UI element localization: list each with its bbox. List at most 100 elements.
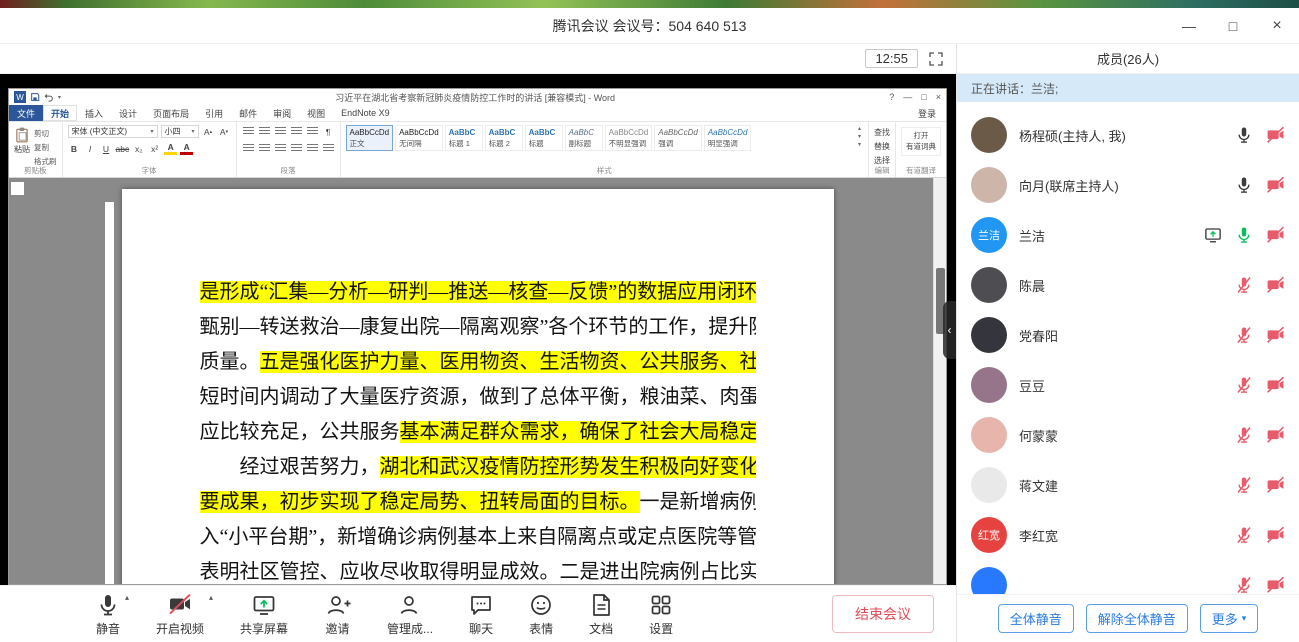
- member-row-4[interactable]: 党春阳: [957, 310, 1299, 360]
- camera-off-icon[interactable]: [1266, 176, 1285, 193]
- font-color-icon[interactable]: A: [180, 142, 193, 155]
- toolbar-button-settings[interactable]: 设置: [649, 592, 673, 637]
- styles-expand-icon[interactable]: ▾: [858, 141, 861, 148]
- grow-font-icon[interactable]: A▴: [202, 125, 215, 138]
- style-card-5[interactable]: AaBbC副标题: [565, 125, 603, 151]
- multilevel-list-icon[interactable]: [274, 125, 287, 138]
- save-icon[interactable]: [30, 92, 40, 102]
- word-restore-icon[interactable]: □: [921, 92, 926, 102]
- superscript-icon[interactable]: x²: [148, 142, 161, 155]
- style-card-8[interactable]: AaBbCcDd明显强调: [704, 125, 752, 151]
- toolbar-button-share[interactable]: 共享屏幕: [240, 592, 288, 637]
- style-card-7[interactable]: AaBbCcDd强调: [654, 125, 702, 151]
- camera-off-icon[interactable]: [1266, 426, 1285, 443]
- youdao-open-button[interactable]: 打开 有道词典: [901, 127, 941, 156]
- toolbar-button-members[interactable]: 管理成...: [387, 592, 433, 637]
- fullscreen-icon[interactable]: [928, 51, 944, 67]
- toolbar-button-chat[interactable]: 聊天: [469, 592, 493, 637]
- word-tab-0[interactable]: 文件: [9, 105, 43, 121]
- camera-off-icon[interactable]: [1266, 376, 1285, 393]
- align-right-icon[interactable]: [274, 142, 287, 155]
- member-row-1[interactable]: 向月(联席主持人): [957, 160, 1299, 210]
- style-card-2[interactable]: AaBbC标题 1: [445, 125, 483, 151]
- editing-item-1[interactable]: 替换: [874, 141, 890, 152]
- panel-collapse-handle[interactable]: ‹: [943, 301, 956, 359]
- word-tab-2[interactable]: 插入: [77, 105, 111, 121]
- toolbar-button-docs[interactable]: 文档: [589, 592, 613, 637]
- camera-off-icon[interactable]: [1266, 476, 1285, 493]
- bold-icon[interactable]: B: [68, 142, 81, 155]
- mic-muted-icon[interactable]: [1235, 326, 1253, 344]
- word-tab-3[interactable]: 设计: [111, 105, 145, 121]
- word-tab-7[interactable]: 审阅: [265, 105, 299, 121]
- indent-increase-icon[interactable]: [306, 125, 319, 138]
- word-tab-8[interactable]: 视图: [299, 105, 333, 121]
- paste-button[interactable]: 粘贴: [14, 125, 30, 155]
- style-card-3[interactable]: AaBbC标题 2: [485, 125, 523, 151]
- expand-caret-icon[interactable]: ▴: [209, 593, 213, 602]
- mic-muted-icon[interactable]: [1235, 426, 1253, 444]
- mic-muted-icon[interactable]: [1235, 476, 1253, 494]
- underline-icon[interactable]: U: [100, 142, 113, 155]
- mic-muted-icon[interactable]: [1235, 376, 1253, 394]
- maximize-icon[interactable]: □: [1225, 18, 1241, 34]
- word-close-icon[interactable]: ×: [936, 92, 941, 102]
- toolbar-button-invite[interactable]: 邀请: [324, 592, 351, 637]
- document-page[interactable]: 是形成“汇集—分析—研判—推送—核查—反馈”的数据应用闭环，落实“筛查甄别—转送…: [122, 189, 834, 584]
- member-row-2[interactable]: 兰洁兰洁: [957, 210, 1299, 260]
- word-minimize-icon[interactable]: —: [903, 92, 912, 102]
- borders-icon[interactable]: [322, 142, 335, 155]
- member-row-0[interactable]: 杨程硕(主持人, 我): [957, 110, 1299, 160]
- member-row-5[interactable]: 豆豆: [957, 360, 1299, 410]
- expand-caret-icon[interactable]: ▴: [125, 593, 129, 602]
- indent-decrease-icon[interactable]: [290, 125, 303, 138]
- close-icon[interactable]: ×: [1269, 17, 1285, 35]
- undo-icon[interactable]: [44, 92, 54, 102]
- align-left-icon[interactable]: [242, 142, 255, 155]
- camera-off-icon[interactable]: [1266, 326, 1285, 343]
- shrink-font-icon[interactable]: A▾: [218, 125, 231, 138]
- camera-off-icon[interactable]: [1266, 276, 1285, 293]
- numbering-icon[interactable]: [258, 125, 271, 138]
- italic-icon[interactable]: I: [84, 142, 97, 155]
- minimize-icon[interactable]: —: [1181, 18, 1197, 34]
- clipboard-item-1[interactable]: 复制: [34, 142, 57, 153]
- bullets-icon[interactable]: [242, 125, 255, 138]
- mute-all-button[interactable]: 全体静音: [998, 604, 1074, 633]
- word-tab-6[interactable]: 邮件: [231, 105, 265, 121]
- word-help-icon[interactable]: ?: [889, 92, 894, 102]
- member-row-6[interactable]: 何蒙蒙: [957, 410, 1299, 460]
- text-highlight-icon[interactable]: A: [164, 142, 177, 155]
- mic-muted-icon[interactable]: [1235, 526, 1253, 544]
- camera-off-icon[interactable]: [1266, 576, 1285, 593]
- justify-icon[interactable]: [290, 142, 303, 155]
- strikethrough-icon[interactable]: abc: [116, 142, 130, 155]
- mic-muted-icon[interactable]: [1235, 276, 1253, 294]
- document-scrollbar[interactable]: [933, 178, 946, 584]
- camera-off-icon[interactable]: [1266, 126, 1285, 143]
- style-card-6[interactable]: AaBbCcDd不明显强调: [605, 125, 653, 151]
- camera-off-icon[interactable]: [1266, 226, 1285, 243]
- word-tab-4[interactable]: 页面布局: [145, 105, 197, 121]
- style-card-1[interactable]: AaBbCcDd无间隔: [395, 125, 443, 151]
- mic-muted-icon[interactable]: [1235, 576, 1253, 594]
- style-card-4[interactable]: AaBbC标题: [525, 125, 563, 151]
- member-row-7[interactable]: 蒋文建: [957, 460, 1299, 510]
- word-login[interactable]: 登录: [918, 105, 946, 121]
- word-tab-1[interactable]: 开始: [43, 105, 77, 121]
- member-row-8[interactable]: 红宽李红宽: [957, 510, 1299, 560]
- toolbar-button-emoji[interactable]: 表情: [529, 592, 553, 637]
- subscript-icon[interactable]: x₂: [132, 142, 145, 155]
- style-card-0[interactable]: AaBbCcDd正文: [346, 125, 394, 151]
- member-row-9[interactable]: [957, 560, 1299, 594]
- styles-down-icon[interactable]: ▾: [858, 133, 861, 140]
- paragraph-mark-icon[interactable]: ¶: [322, 125, 335, 138]
- end-meeting-button[interactable]: 结束会议: [832, 595, 934, 633]
- word-tab-5[interactable]: 引用: [197, 105, 231, 121]
- unmute-all-button[interactable]: 解除全体静音: [1086, 604, 1188, 633]
- toolbar-button-camera[interactable]: ▴开启视频: [156, 592, 204, 637]
- styles-up-icon[interactable]: ▴: [858, 125, 861, 132]
- mic-on-icon[interactable]: [1235, 176, 1253, 194]
- line-spacing-icon[interactable]: [306, 142, 319, 155]
- editing-item-0[interactable]: 查找: [874, 127, 890, 138]
